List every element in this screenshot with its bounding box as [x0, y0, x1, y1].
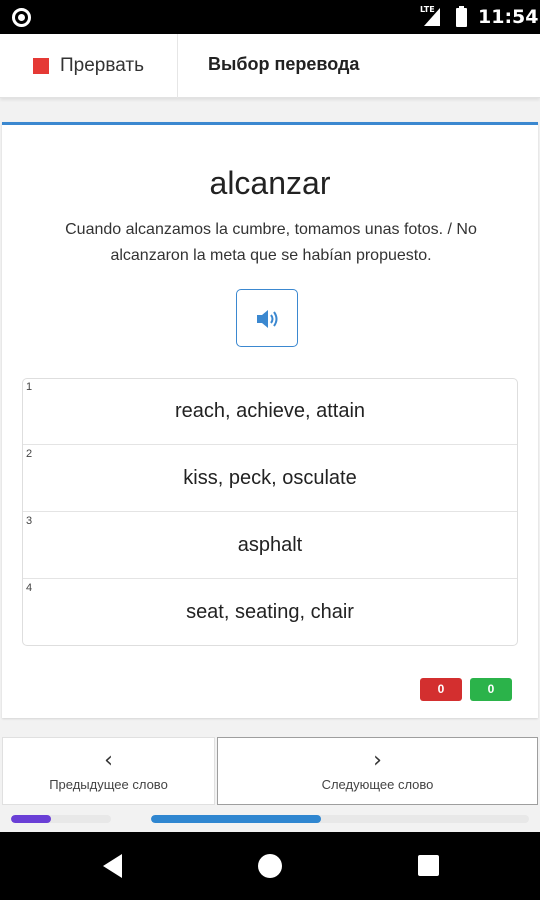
option-number: 2 [26, 448, 33, 460]
option-text: kiss, peck, osculate [183, 467, 357, 489]
home-icon[interactable] [258, 854, 282, 878]
status-bar: LTE 11:54 [0, 0, 540, 34]
chevron-right-icon: › [373, 748, 382, 773]
notification-icon [12, 8, 31, 27]
option-text: reach, achieve, attain [174, 400, 366, 422]
stop-label: Прервать [60, 55, 144, 76]
battery-icon [456, 6, 467, 27]
stop-icon [33, 58, 49, 74]
answer-option[interactable]: 2 kiss, peck, osculate [23, 446, 517, 512]
wrong-count-badge: 0 [420, 678, 462, 701]
word-card: alcanzar Cuando alcanzamos la cumbre, to… [2, 122, 538, 718]
recent-apps-icon[interactable] [418, 855, 439, 876]
page-title: Выбор перевода [208, 54, 360, 74]
network-type: LTE [420, 5, 435, 14]
chevron-left-icon: ‹ [104, 748, 113, 773]
play-audio-button[interactable] [236, 289, 298, 347]
option-number: 1 [26, 381, 33, 393]
answer-option[interactable]: 4 seat, seating, chair [23, 580, 517, 646]
back-icon[interactable] [103, 854, 122, 878]
word-navigation: ‹ Предыдущее слово › Следующее слово [0, 737, 540, 805]
option-number: 4 [26, 582, 33, 594]
next-word-label: Следующее слово [321, 777, 434, 792]
option-number: 3 [26, 515, 33, 527]
option-text: asphalt [237, 534, 303, 556]
next-word-button[interactable]: › Следующее слово [217, 737, 538, 805]
answer-options: 1 reach, achieve, attain 2 kiss, peck, o… [22, 378, 518, 646]
previous-word-label: Предыдущее слово [49, 777, 168, 792]
words-progress-bar [151, 815, 529, 823]
status-clock: 11:54 [478, 6, 539, 28]
app-header: Прервать Выбор перевода [0, 34, 540, 98]
session-progress-fill [11, 815, 51, 823]
answer-option[interactable]: 1 reach, achieve, attain [23, 379, 517, 445]
word: alcanzar [209, 165, 331, 201]
right-count-badge: 0 [470, 678, 512, 701]
session-progress-bar [11, 815, 111, 823]
words-progress-fill [151, 815, 322, 823]
example-sentence: Cuando alcanzamos la cumbre, tomamos una… [65, 221, 477, 264]
option-text: seat, seating, chair [186, 601, 354, 623]
system-navigation-bar [0, 832, 540, 900]
previous-word-button[interactable]: ‹ Предыдущее слово [2, 737, 215, 805]
speaker-icon [257, 310, 278, 328]
stop-button[interactable]: Прервать [0, 34, 178, 98]
answer-option[interactable]: 3 asphalt [23, 513, 517, 579]
